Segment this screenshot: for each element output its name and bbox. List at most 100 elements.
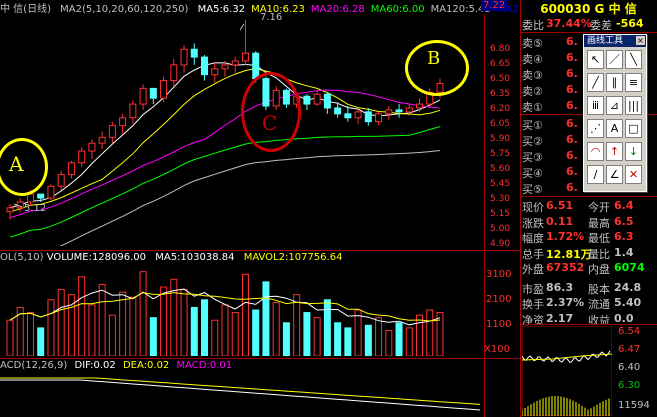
ma-line-ma5 (9, 62, 441, 209)
stat-value: 86.3 (546, 280, 574, 294)
sell-price: 6. (566, 51, 578, 64)
tool-parallel-icon[interactable]: ∥ (606, 73, 623, 92)
price-tick-label: 5.60 (490, 164, 511, 174)
candle-body (405, 107, 413, 113)
candle-body (395, 109, 403, 113)
volume-bar (375, 317, 383, 356)
weicha-value: -564 (616, 17, 644, 30)
tool-fan-icon[interactable]: ⋰ (587, 119, 604, 138)
volume-bar (231, 312, 239, 356)
candle-body (129, 103, 137, 119)
main-chart-panel[interactable]: 中 信(日线) MA2(5,10,20,60,120,250) MA5:6.32… (0, 0, 520, 417)
candle-body (201, 56, 209, 76)
tool-segment-icon[interactable]: ╱ (587, 73, 604, 92)
volume-bar (272, 301, 280, 356)
candle-body (323, 93, 331, 109)
mini-price-line (522, 350, 611, 364)
intraday-mini-chart[interactable] (522, 326, 612, 416)
volume-bar (416, 314, 424, 356)
candle-body (26, 193, 34, 203)
candle-body (180, 48, 188, 66)
mini-axis-label: 6.30 (618, 380, 641, 391)
ma-line-ma10 (9, 68, 441, 213)
volume-bar (88, 304, 96, 356)
volume-bar (405, 327, 413, 356)
volume-chart[interactable] (0, 264, 520, 356)
volume-bar (78, 276, 86, 356)
price-tick-label: 6.65 (490, 59, 511, 69)
volume-bar (323, 299, 331, 356)
volume-bar (190, 306, 198, 356)
tool-delete-icon[interactable]: ✕ (625, 165, 642, 184)
tool-trend-icon[interactable]: ∕ (587, 165, 604, 184)
volume-indicator-label: OL(5,10) (0, 252, 44, 263)
volume-bar (129, 296, 137, 356)
price-axis: 6.80 6.65 6.50 6.35 6.20 6.05 5.90 5.75 5.60 5.45… (488, 14, 520, 249)
buy-label: 买③ (522, 151, 543, 164)
price-tick-label: 5.75 (490, 149, 511, 159)
tool-gann-icon[interactable]: ⊿ (606, 96, 623, 115)
buy-label: 买① (522, 119, 543, 132)
volume-bar (26, 312, 34, 356)
candle-body (98, 136, 106, 144)
quote-sep-3 (520, 196, 657, 197)
stat-value: 0.11 (546, 214, 574, 228)
volume-bar (119, 291, 127, 356)
stat-value: 6.51 (546, 199, 574, 212)
tool-down-arrow-icon[interactable]: ↓ (625, 142, 642, 161)
buy-price: 6. (566, 181, 578, 194)
quote-sep-1 (520, 32, 657, 33)
sell-label: 卖② (522, 85, 543, 98)
candle-body (78, 150, 86, 164)
volume-bar (395, 322, 403, 356)
macd-indicator-label: ACD(12,26,9) (0, 360, 68, 371)
price-tick-label: 5.30 (490, 194, 511, 204)
tool-line-icon[interactable]: ／ (606, 50, 623, 69)
mini-axis-label: 6.40 (618, 362, 641, 373)
chart-right-border (484, 14, 485, 417)
tool-arc-icon[interactable]: ◠ (587, 142, 604, 161)
tool-select-arrow-icon[interactable]: ↖ (587, 50, 604, 69)
weibi-row: 委比 37.44% 委差 -564 (520, 16, 657, 32)
macd-header: ACD(12,26,9) DIF:0.02 DEA:0.02 MACD:0.01 (0, 360, 232, 371)
candle-body (344, 113, 352, 119)
stat-value: 6.3 (614, 230, 634, 243)
price-tick-label: 6.80 (490, 44, 511, 54)
sell-price: 6. (566, 99, 578, 112)
stat-value: 1.72% (546, 230, 585, 243)
sell-label: 卖① (522, 101, 543, 114)
stat-row: 换手 2.37% 流通 5.40 (520, 295, 657, 311)
volume-bar (57, 289, 65, 356)
mini-axis-label: 11594 (618, 400, 650, 411)
macd-dea: DEA:0.02 (122, 360, 170, 371)
toolbox-close-icon[interactable]: × (636, 36, 645, 45)
macd-value: MACD:0.01 (176, 360, 233, 371)
stat-row: 涨跌 0.11 最高 6.5 (520, 214, 657, 230)
toolbox-titlebar[interactable]: 画线工具 × (584, 35, 646, 47)
tool-period-icon[interactable]: ||| (625, 96, 642, 115)
tool-angle-icon[interactable]: ∠ (606, 165, 623, 184)
buy-label: 买② (522, 135, 543, 148)
stock-name: 中 信 (608, 2, 637, 16)
volume-unit: X100 (484, 344, 510, 355)
tool-text-icon[interactable]: A (606, 119, 623, 138)
mini-axis-label: 6.54 (618, 326, 641, 337)
tool-up-arrow-icon[interactable]: ↑ (606, 142, 623, 161)
tool-channel-icon[interactable]: ≡ (625, 73, 642, 92)
buy-price: 6. (566, 117, 578, 130)
stat-value: 2.17 (546, 311, 574, 325)
volume-bar (293, 294, 301, 356)
sell-price: 6. (566, 83, 578, 96)
panel-divider-1 (0, 250, 520, 251)
macd-chart[interactable] (0, 372, 485, 417)
tool-ray-icon[interactable]: ╲ (625, 50, 642, 69)
buy-price: 6. (566, 133, 578, 146)
quote-panel: 600030 G 中 信 委比 37.44% 委差 -564 卖⑤ 6. 卖④ 6. 卖… (520, 0, 657, 417)
candle-body (231, 60, 239, 66)
quote-title: 600030 G 中 信 (520, 0, 657, 16)
drawing-toolbox[interactable]: 画线工具 × ↖ ／ ╲ ╱ ∥ ≡ ⅲ ⊿ ||| ⋰ A □ ◠ ↑ ↓ ∕ ∠ ✕ (583, 34, 647, 192)
volume-bar (354, 309, 362, 356)
tool-fibonacci-icon[interactable]: ⅲ (587, 96, 604, 115)
toolbox-grid: ↖ ／ ╲ ╱ ∥ ≡ ⅲ ⊿ ||| ⋰ A □ ◠ ↑ ↓ ∕ ∠ ✕ (584, 47, 646, 189)
tool-rectangle-icon[interactable]: □ (625, 119, 642, 138)
